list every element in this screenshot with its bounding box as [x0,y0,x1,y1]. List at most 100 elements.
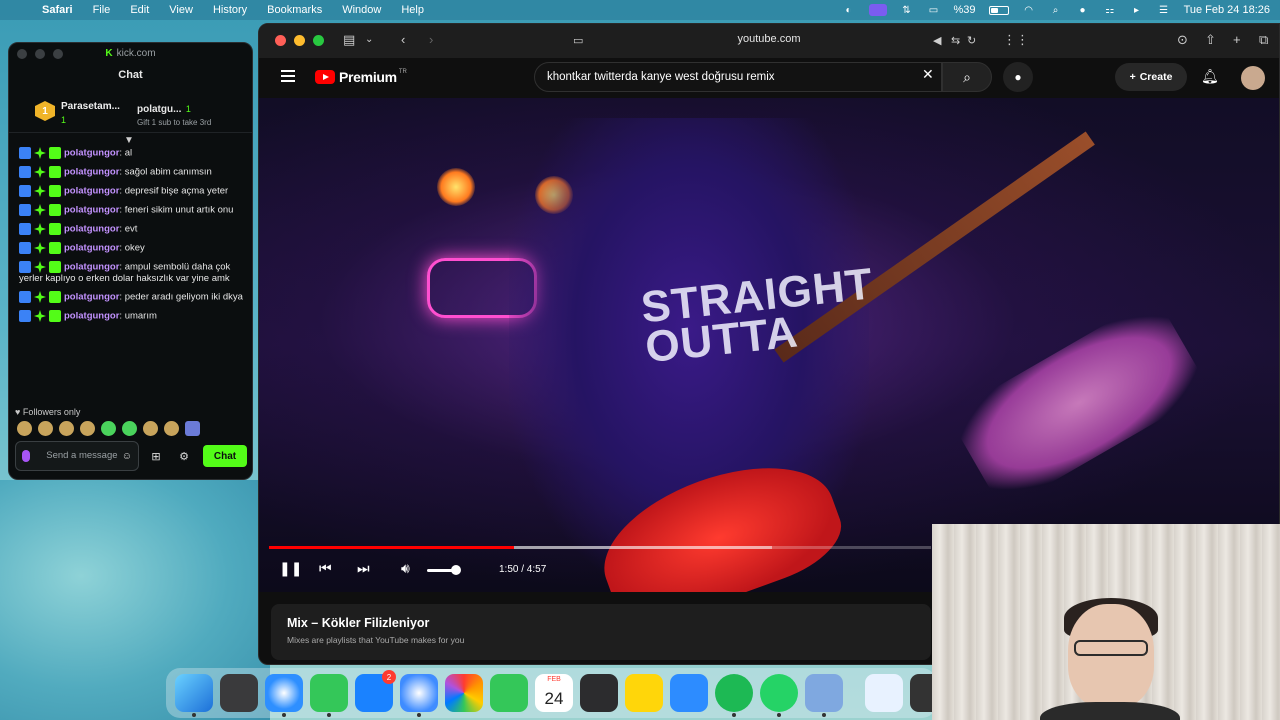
chat-username[interactable]: polatgungor [64,262,119,273]
downloads-icon[interactable]: ⊙ [1177,32,1188,48]
emote-icon[interactable] [122,421,137,436]
chat-message: polatgungor: sağol abim canımsın [19,166,244,178]
preview-icon[interactable] [805,674,843,717]
dock: 2 FEB 24 [166,668,948,718]
menu-file[interactable]: File [93,4,111,16]
og-badge-icon [34,261,46,273]
close-window-button[interactable] [17,49,27,59]
menu-window[interactable]: Window [342,4,381,16]
pinned-message-toggle-icon[interactable]: ▼ [124,135,134,146]
chat-username[interactable]: polatgungor [64,205,119,216]
gift-icon[interactable]: ⊞ [145,450,167,463]
finder-icon[interactable] [175,674,213,717]
tab-overview-icon[interactable]: ⧉ [1259,32,1268,48]
address-bar[interactable]: youtube.com [259,33,1279,45]
reminders-icon[interactable] [580,674,618,712]
emoji-picker-icon[interactable]: ☺ [122,451,132,462]
emote-icon[interactable] [143,421,158,436]
clock[interactable]: Tue Feb 24 18:26 [1184,4,1270,16]
chat-username[interactable]: polatgungor [64,167,119,178]
chat-input-row: Send a message ☺ ⊞ ⚙ Chat [15,441,248,471]
new-tab-icon[interactable]: + [1233,32,1241,47]
emote-icon[interactable] [59,421,74,436]
chat-settings-gear-icon[interactable]: ⚙ [173,450,195,463]
send-chat-button[interactable]: Chat [203,445,247,467]
search-input[interactable]: khontkar twitterda kanye west doğrusu re… [534,62,942,92]
status-app-icon[interactable]: ◐ [842,5,856,16]
calendar-icon[interactable]: FEB 24 [535,674,573,712]
xcode-icon[interactable] [670,674,708,712]
youtube-logo[interactable]: Premium TR [315,69,407,85]
previous-button-icon[interactable]: ⏮︎ [319,560,332,577]
leaderboard-second[interactable]: polatgu... 1 Gift 1 sub to take 3rd [137,99,232,127]
network-icon[interactable]: ⇅ [900,5,914,16]
screen-record-icon[interactable] [868,4,887,16]
chat-username[interactable]: polatgungor [64,186,119,197]
kick-titlebar[interactable]: Kkick.com [9,43,252,63]
chat-username[interactable]: polatgungor [64,292,119,303]
facetime-icon[interactable] [490,674,528,712]
audio-playing-icon[interactable]: ◀ [933,34,941,47]
volume-icon[interactable]: 🔊︎ [401,560,410,577]
app-store-icon[interactable] [400,674,438,717]
emote-icon[interactable] [164,421,179,436]
display-icon[interactable]: ▭ [927,5,941,16]
video-progress-bar[interactable] [269,546,931,549]
photos-icon[interactable] [445,674,483,712]
video-player[interactable]: STRAIGHT OUTTA ❚❚ ⏮︎ ⏭︎ 🔊︎ 1:50 / 4:57 [259,98,1279,592]
chat-username[interactable]: polatgungor [64,148,119,159]
extensions-grid-icon[interactable]: ⋮⋮ [1003,32,1029,48]
emote-icon[interactable] [38,421,53,436]
menu-help[interactable]: Help [401,4,424,16]
notifications-bell-icon[interactable]: 🔔︎ [1201,68,1219,85]
next-button-icon[interactable]: ⏭︎ [357,560,370,577]
leaderboard-first[interactable]: 1 Parasetam... 1 [35,101,120,125]
mail-badge: 2 [382,670,396,684]
zoom-window-button[interactable] [53,49,63,59]
safari-icon[interactable] [265,674,303,717]
clear-search-icon[interactable]: ✕ [922,66,934,83]
whatsapp-icon[interactable] [760,674,798,717]
menu-hamburger-icon[interactable] [281,70,295,85]
voice-search-button[interactable]: ● [1003,62,1033,92]
notes-icon[interactable] [625,674,663,712]
spotify-icon[interactable] [715,674,753,717]
vpn-shield-icon[interactable] [865,674,903,712]
reload-icon[interactable]: ↻ [967,34,976,47]
chat-messages: polatgungor: al polatgungor: sağol abim … [19,147,244,329]
menu-edit[interactable]: Edit [130,4,149,16]
user-switch-icon[interactable]: ☰ [1157,5,1171,16]
control-center-icon[interactable]: ⚏ [1103,5,1117,16]
second-guitar [947,295,1211,511]
mix-playlist-panel[interactable]: Mix – Kökler Filizleniyor Mixes are play… [271,604,931,660]
now-playing-icon[interactable]: ▸ [1130,5,1144,16]
chat-username[interactable]: polatgungor [64,311,119,322]
search-button[interactable]: ⌕ [942,62,992,92]
battery-percent: %39 [953,4,976,16]
menu-history[interactable]: History [213,4,247,16]
spotlight-search-icon[interactable]: ⌕ [1049,5,1063,16]
emote-icon[interactable] [185,421,200,436]
chat-username[interactable]: polatgungor [64,224,119,235]
chat-message-input[interactable]: Send a message ☺ [15,441,139,471]
emote-icon[interactable] [101,421,116,436]
share-icon[interactable]: ⇧ [1205,32,1216,48]
minimize-window-button[interactable] [35,49,45,59]
translate-icon[interactable]: ⇆ [951,34,960,47]
battery-icon[interactable] [988,5,1009,15]
emote-icon[interactable] [80,421,95,436]
chat-username[interactable]: polatgungor [64,243,119,254]
messages-icon[interactable] [310,674,348,717]
emote-icon[interactable] [17,421,32,436]
create-button[interactable]: + Create [1115,63,1187,91]
mail-icon[interactable]: 2 [355,670,396,712]
wifi-icon[interactable]: ◠ [1022,5,1036,16]
launchpad-icon[interactable] [220,674,258,712]
menu-bookmarks[interactable]: Bookmarks [267,4,322,16]
menu-app-name[interactable]: Safari [42,4,73,16]
account-avatar[interactable] [1241,66,1265,90]
volume-slider-knob[interactable] [451,565,461,575]
menu-view[interactable]: View [169,4,193,16]
siri-icon[interactable]: ● [1076,5,1090,16]
pause-button-icon[interactable]: ❚❚ [279,560,302,577]
